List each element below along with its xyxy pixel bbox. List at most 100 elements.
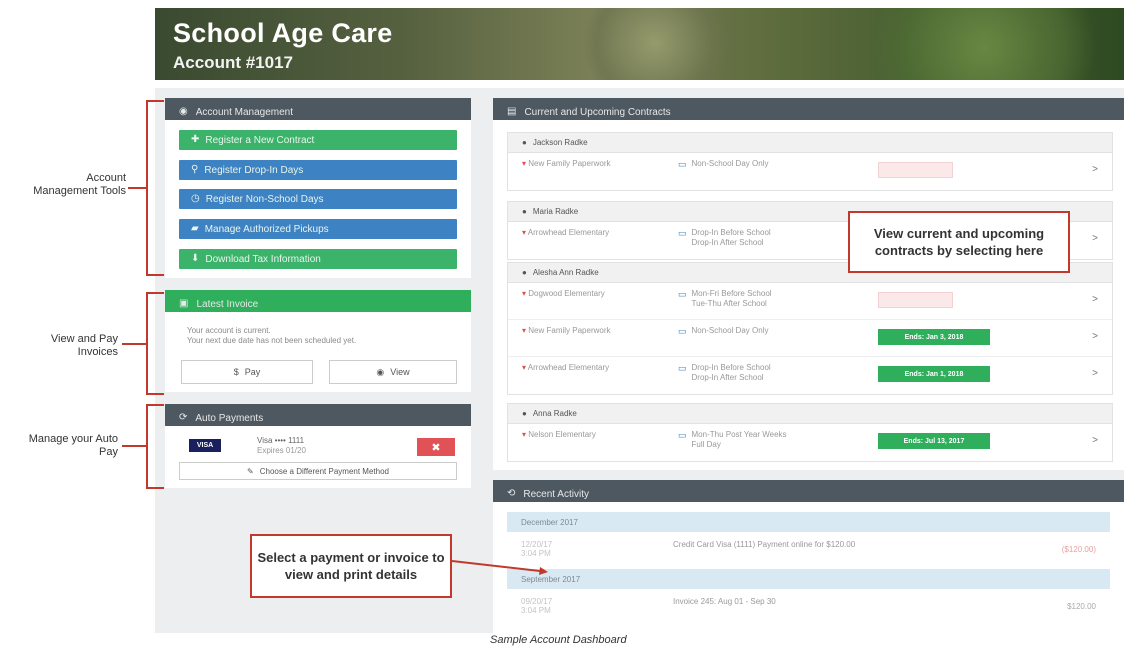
- contract-location: ▾ Dogwood Elementary: [522, 289, 632, 299]
- location-text: Dogwood Elementary: [528, 289, 605, 298]
- register-nonschool-button[interactable]: ◷ Register Non-School Days: [179, 189, 457, 209]
- car-icon: ▰: [191, 223, 199, 234]
- annotation-bracket: [146, 100, 164, 276]
- arrow-head: [539, 567, 548, 575]
- register-contract-button[interactable]: ✚ Register a New Contract: [179, 130, 457, 150]
- contract-row[interactable]: ▾ Dogwood Elementary ▭ Mon-Fri Before Sch…: [508, 283, 1112, 320]
- contract-schedule: ▭ Drop-In Before School Drop-In After Scho…: [678, 363, 828, 383]
- activity-amount: $120.00: [1067, 602, 1096, 611]
- download-tax-button[interactable]: ⬇ Download Tax Information: [179, 249, 457, 269]
- contract-row[interactable]: ▾ Arrowhead Elementary ▭ Drop-In Before S…: [508, 357, 1112, 394]
- invoice-status-line1: Your account is current.: [187, 326, 271, 335]
- date-text: 12/20/17: [521, 540, 553, 549]
- panel-header: ⟳ Auto Payments: [165, 404, 471, 426]
- panel-header: ▤ Current and Upcoming Contracts: [493, 98, 1124, 120]
- person-icon: ●: [522, 268, 527, 277]
- register-dropin-button[interactable]: ⚲ Register Drop-In Days: [179, 160, 457, 180]
- chevron-right-icon[interactable]: >: [1092, 435, 1098, 446]
- panel-title: Auto Payments: [195, 412, 264, 424]
- contract-location: ▾ New Family Paperwork: [522, 159, 632, 169]
- contracts-panel: ▤ Current and Upcoming Contracts ● Jackso…: [493, 98, 1124, 470]
- contract-schedule: ▭ Mon-Thu Post Year Weeks Full Day: [678, 430, 828, 450]
- time-text: 3:04 PM: [521, 606, 551, 615]
- location-text: Arrowhead Elementary: [527, 228, 610, 237]
- button-label: View: [390, 367, 410, 377]
- contract-row[interactable]: ▾ New Family Paperwork ▭ Non-School Day O…: [508, 153, 1112, 190]
- calendar-icon: ▭: [678, 363, 687, 373]
- location-text: New Family Paperwork: [528, 159, 611, 168]
- contract-location: ▾ Arrowhead Elementary: [522, 363, 632, 373]
- activity-row[interactable]: 12/20/17 3:04 PM Credit Card Visa (1111) …: [507, 532, 1110, 569]
- chevron-right-icon[interactable]: >: [1092, 368, 1098, 379]
- choose-payment-method-button[interactable]: ✎ Choose a Different Payment Method: [179, 462, 457, 480]
- activity-row[interactable]: 09/20/17 3:04 PM Invoice 245: Aug 01 - Se…: [507, 589, 1110, 626]
- dollar-icon: $: [233, 367, 239, 377]
- panel-title: Account Management: [195, 106, 294, 118]
- schedule-text: Mon-Thu Post Year Weeks Full Day: [692, 430, 787, 450]
- page-title: School Age Care: [173, 18, 393, 48]
- month-header: September 2017: [507, 569, 1110, 589]
- figure-caption: Sample Account Dashboard: [490, 634, 627, 646]
- auto-payments-panel: ⟳ Auto Payments VISA Visa •••• 1111 Expi…: [165, 404, 471, 488]
- remove-card-button[interactable]: ✖: [417, 438, 455, 456]
- chevron-right-icon[interactable]: >: [1092, 294, 1098, 305]
- panel-title: Recent Activity: [523, 488, 589, 500]
- calendar-icon: ▭: [678, 289, 687, 299]
- status-badge: Ends: Jul 13, 2017: [878, 433, 990, 449]
- month-header: December 2017: [507, 512, 1110, 532]
- chevron-right-icon[interactable]: >: [1092, 331, 1098, 342]
- contract-location: ▾ Nelson Elementary: [522, 430, 632, 440]
- manage-pickups-button[interactable]: ▰ Manage Authorized Pickups: [179, 219, 457, 239]
- contract-group: ● Alesha Ann Radke ▾ Dogwood Elementary ▭…: [507, 262, 1113, 395]
- history-icon: ⟲: [507, 488, 516, 499]
- contract-group: ● Jackson Radke ▾ New Family Paperwork ▭ N…: [507, 132, 1113, 191]
- calendar-icon: ▭: [678, 159, 687, 169]
- person-icon: ⚲: [191, 164, 199, 175]
- schedule-text: Drop-In Before School Drop-In After Schoo…: [692, 363, 771, 383]
- chevron-right-icon[interactable]: >: [1092, 164, 1098, 175]
- eye-icon: ◉: [179, 106, 188, 117]
- eye-icon: ◉: [376, 366, 385, 377]
- download-icon: ⬇: [191, 253, 200, 264]
- child-name-header: ● Anna Radke: [508, 404, 1112, 424]
- button-label: Register Non-School Days: [205, 193, 324, 205]
- recent-activity-panel: ⟲ Recent Activity December 2017 12/20/17…: [493, 480, 1124, 633]
- invoice-status-line2: Your next due date has not been schedule…: [187, 336, 357, 345]
- schedule-line: Drop-In After School: [691, 238, 764, 247]
- activity-description: Invoice 245: Aug 01 - Sep 30: [673, 597, 776, 606]
- activity-list: December 2017 12/20/17 3:04 PM Credit Car…: [493, 502, 1124, 626]
- contract-schedule: ▭ Mon-Fri Before School Tue-Thu After Scho…: [678, 289, 828, 309]
- calendar-icon: ▭: [678, 430, 687, 440]
- button-label: Choose a Different Payment Method: [259, 466, 389, 476]
- child-name-header: ● Jackson Radke: [508, 133, 1112, 153]
- schedule-line: Drop-In Before School: [691, 363, 771, 372]
- button-label: Download Tax Information: [205, 253, 321, 265]
- location-text: Nelson Elementary: [528, 430, 596, 439]
- status-badge: [878, 162, 953, 178]
- contract-row[interactable]: ▾ New Family Paperwork ▭ Non-School Day O…: [508, 320, 1112, 357]
- child-name: Anna Radke: [532, 409, 577, 418]
- banner-decoration: [575, 8, 735, 80]
- schedule-text: Non-School Day Only: [691, 159, 769, 168]
- child-name: Jackson Radke: [532, 138, 588, 147]
- visa-card-icon: VISA: [189, 439, 221, 452]
- schedule-line: Tue-Thu After School: [691, 299, 767, 308]
- annotation-tick: [122, 343, 146, 345]
- chevron-right-icon[interactable]: >: [1092, 233, 1098, 244]
- location-text: New Family Paperwork: [528, 326, 611, 335]
- schedule-line: Full Day: [691, 440, 721, 449]
- account-management-panel: ◉ Account Management ✚ Register a New Con…: [165, 98, 471, 278]
- panel-header: ▣ Latest Invoice: [165, 290, 471, 312]
- person-icon: ●: [522, 138, 527, 147]
- pay-button[interactable]: $ Pay: [181, 360, 313, 384]
- header-banner: School Age Care Account #1017: [155, 8, 1124, 80]
- view-invoice-button[interactable]: ◉ View: [329, 360, 457, 384]
- panel-header: ⟲ Recent Activity: [493, 480, 1124, 502]
- contract-schedule: ▭ Non-School Day Only: [678, 159, 828, 169]
- annotation-tick: [128, 187, 146, 189]
- schedule-text: Mon-Fri Before School Tue-Thu After Schoo…: [692, 289, 772, 309]
- activity-date: 09/20/17 3:04 PM: [521, 597, 571, 615]
- contract-row[interactable]: ▾ Nelson Elementary ▭ Mon-Thu Post Year W…: [508, 424, 1112, 461]
- panel-title: Latest Invoice: [196, 298, 259, 310]
- card-number: Visa •••• 1111: [257, 436, 305, 445]
